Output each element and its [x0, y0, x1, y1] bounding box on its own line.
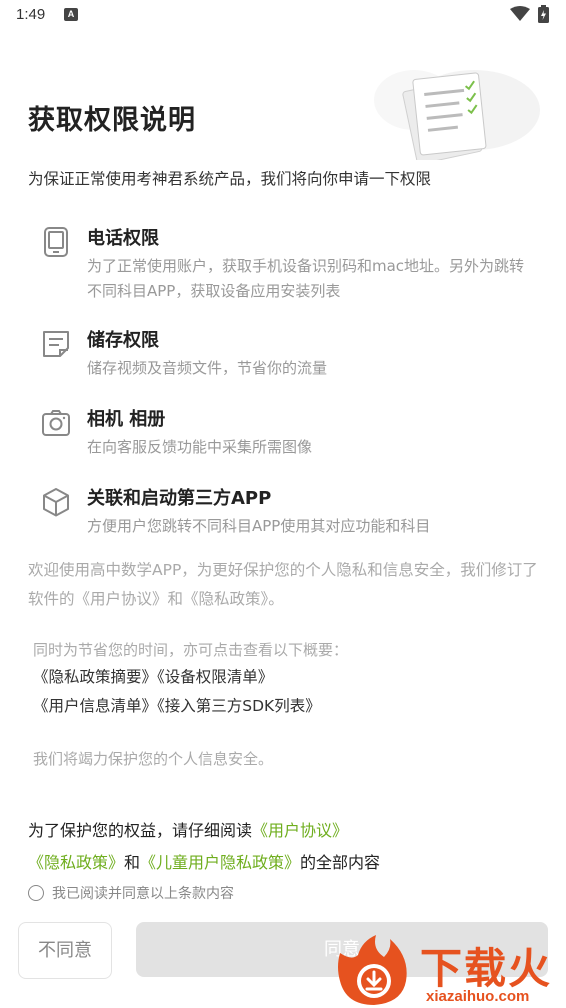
permission-third-party: 关联和启动第三方APP 方便用户您跳转不同科目APP使用其对应功能和科目 — [40, 486, 540, 546]
permission-camera: 相机 相册 在向客服反馈功能中采集所需图像 — [40, 407, 540, 467]
battery-icon — [538, 5, 549, 23]
permission-desc: 在向客服反馈功能中采集所需图像 — [87, 438, 313, 456]
status-bar: 1:49 A — [0, 0, 566, 30]
agreement-line-1: 为了保护您的权益，请仔细阅读《用户协议》 — [28, 817, 348, 841]
privacy-summary-link[interactable]: 《隐私政策摘要》 — [33, 668, 157, 686]
device-permissions-link[interactable]: 《设备权限清单》 — [157, 668, 273, 686]
permission-title: 关联和启动第三方APP — [87, 488, 272, 509]
summary-links-row-1: 《隐私政策摘要》《设备权限清单》 — [33, 664, 273, 691]
privacy-policy-link[interactable]: 《隐私政策》 — [28, 853, 124, 872]
watermark: 下载火 xiazaihuo.com — [332, 935, 566, 1008]
permission-title: 储存权限 — [87, 330, 159, 351]
commitment-text: 我们将竭力保护您的个人信息安全。 — [33, 750, 274, 768]
permission-title: 相机 相册 — [87, 409, 166, 430]
document-illustration-icon — [374, 70, 540, 160]
storage-icon — [43, 331, 69, 357]
agreement-prefix: 为了保护您的权益，请仔细阅读 — [28, 821, 253, 840]
page-title: 获取权限说明 — [28, 105, 196, 136]
permission-title: 电话权限 — [87, 228, 159, 249]
camera-icon — [42, 410, 70, 436]
user-info-link[interactable]: 《用户信息清单》 — [33, 697, 157, 715]
watermark-text: 下载火 — [420, 944, 553, 993]
flame-logo-icon — [338, 935, 407, 1005]
permission-phone: 电话权限 为了正常使用账户，获取手机设备识别码和mac地址。另外为跳转不同科目A… — [40, 226, 540, 306]
sdk-list-link[interactable]: 《接入第三方SDK列表》 — [157, 697, 321, 715]
permission-desc: 为了正常使用账户，获取手机设备识别码和mac地址。另外为跳转不同科目APP，获取… — [87, 257, 525, 300]
status-time: 1:49 — [16, 6, 46, 23]
notification-icon: A — [64, 8, 78, 21]
child-privacy-link[interactable]: 《儿童用户隐私政策》 — [140, 853, 300, 872]
wifi-icon — [510, 6, 530, 21]
agreement-suffix: 的全部内容 — [300, 853, 381, 872]
phone-icon — [44, 227, 68, 257]
cube-icon — [43, 488, 69, 517]
permission-storage: 储存权限 储存视频及音频文件，节省你的流量 — [40, 328, 540, 388]
agreement-and: 和 — [124, 853, 141, 872]
summary-links-row-2: 《用户信息清单》《接入第三方SDK列表》 — [33, 693, 321, 720]
watermark-url: xiazaihuo.com — [426, 988, 530, 1005]
welcome-text: 欢迎使用高中数学APP，为更好保护您的个人隐私和信息安全，我们修订了软件的《用户… — [28, 561, 538, 608]
permission-desc: 储存视频及音频文件，节省你的流量 — [87, 359, 328, 377]
consent-radio[interactable] — [28, 885, 44, 901]
agreement-line-2: 《隐私政策》和《儿童用户隐私政策》的全部内容 — [28, 849, 380, 873]
intro-text: 为保证正常使用考神君系统产品，我们将向你申请一下权限 — [28, 170, 432, 188]
consent-label[interactable]: 我已阅读并同意以上条款内容 — [52, 883, 234, 903]
summary-intro: 同时为节省您的时间，亦可点击查看以下概要： — [33, 641, 349, 659]
permission-desc: 方便用户您跳转不同科目APP使用其对应功能和科目 — [87, 517, 431, 535]
disagree-button[interactable]: 不同意 — [18, 922, 112, 979]
user-agreement-link[interactable]: 《用户协议》 — [252, 821, 348, 840]
